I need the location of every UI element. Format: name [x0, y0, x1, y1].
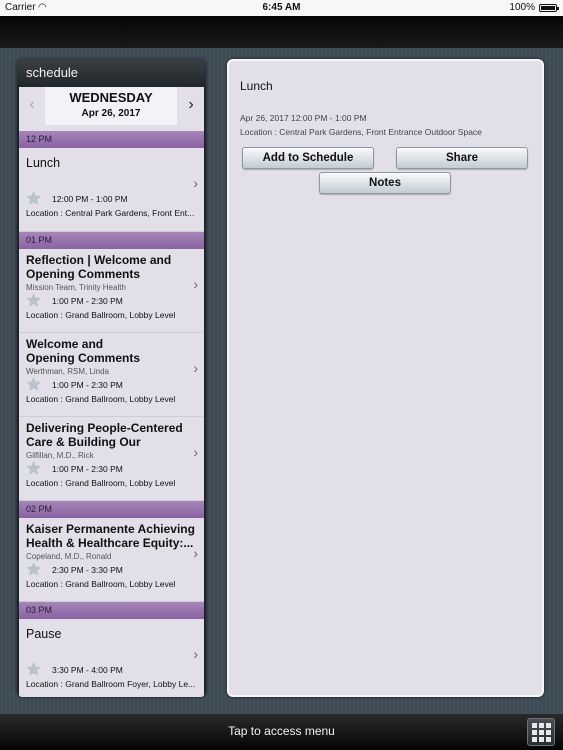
list-item[interactable]: Kaiser Permanente Achieving Health & Hea…	[19, 518, 204, 602]
item-location: Location : Central Park Gardens, Front E…	[26, 208, 195, 218]
item-title: Reflection | Welcome and Opening Comment…	[26, 253, 172, 281]
section-header: 01 PM	[19, 232, 204, 249]
detail-panel: Lunch Apr 26, 2017 12:00 PM - 1:00 PM Lo…	[227, 59, 544, 697]
list-item[interactable]: Lunch › ★ 12:00 PM - 1:00 PM Location : …	[19, 148, 204, 232]
bottom-bar[interactable]: Tap to access menu	[0, 714, 563, 750]
item-location: Location : Grand Ballroom Foyer, Lobby L…	[26, 679, 196, 689]
star-icon[interactable]: ★	[26, 190, 41, 207]
chevron-left-icon[interactable]: ‹	[22, 96, 42, 114]
detail-location: Location : Central Park Gardens, Front E…	[240, 127, 482, 137]
item-location: Location : Grand Ballroom, Lobby Level	[26, 579, 176, 589]
item-location: Location : Grand Ballroom, Lobby Level	[26, 478, 176, 488]
schedule-list: 12 PM Lunch › ★ 12:00 PM - 1:00 PM Locat…	[19, 125, 204, 697]
item-title: Welcome and Opening Comments	[26, 337, 141, 365]
chevron-right-icon: ›	[193, 175, 198, 191]
item-time: 1:00 PM - 2:30 PM	[52, 380, 123, 390]
item-title: Lunch	[26, 156, 61, 170]
star-icon[interactable]: ★	[26, 292, 41, 309]
status-bar: Carrier ◠ 6:45 AM 100%	[0, 0, 563, 16]
list-item[interactable]: Reflection | Welcome and Opening Comment…	[19, 249, 204, 333]
star-icon[interactable]: ★	[26, 460, 41, 477]
panel-title: schedule	[17, 59, 206, 87]
menu-hint[interactable]: Tap to access menu	[0, 724, 563, 738]
top-band	[0, 16, 563, 48]
item-location: Location : Grand Ballroom, Lobby Level	[26, 394, 176, 404]
item-time: 12:00 PM - 1:00 PM	[52, 194, 128, 204]
share-button[interactable]: Share	[396, 147, 528, 169]
star-icon[interactable]: ★	[26, 661, 41, 678]
chevron-right-icon: ›	[193, 276, 198, 292]
day-label: WEDNESDAY	[69, 90, 153, 105]
chevron-right-icon: ›	[193, 444, 198, 460]
date-navigator: ‹ WEDNESDAY Apr 26, 2017 ›	[19, 87, 204, 125]
date-display: WEDNESDAY Apr 26, 2017	[45, 87, 177, 125]
list-item[interactable]: Delivering People-Centered Care & Buildi…	[19, 417, 204, 501]
grid-menu-icon[interactable]	[527, 718, 555, 746]
chevron-right-icon[interactable]: ›	[181, 96, 201, 114]
item-title: Delivering People-Centered Care & Buildi…	[26, 421, 183, 451]
section-header: 12 PM	[19, 131, 204, 148]
item-location: Location : Grand Ballroom, Lobby Level	[26, 310, 176, 320]
battery-percent: 100%	[509, 2, 535, 13]
chevron-right-icon: ›	[193, 545, 198, 561]
list-item[interactable]: Pause › ★ 3:30 PM - 4:00 PM Location : G…	[19, 619, 204, 697]
section-header: 03 PM	[19, 602, 204, 619]
item-time: 1:00 PM - 2:30 PM	[52, 464, 123, 474]
clock: 6:45 AM	[262, 2, 301, 13]
add-to-schedule-button[interactable]: Add to Schedule	[242, 147, 374, 169]
notes-button[interactable]: Notes	[319, 172, 451, 194]
detail-datetime: Apr 26, 2017 12:00 PM - 1:00 PM	[240, 113, 367, 123]
item-title: Kaiser Permanente Achieving Health & Hea…	[26, 522, 195, 550]
section-header: 02 PM	[19, 501, 204, 518]
chevron-right-icon: ›	[193, 646, 198, 662]
item-title: Pause	[26, 627, 62, 641]
item-time: 1:00 PM - 2:30 PM	[52, 296, 123, 306]
star-icon[interactable]: ★	[26, 561, 41, 578]
item-time: 2:30 PM - 3:30 PM	[52, 565, 123, 575]
chevron-right-icon: ›	[193, 360, 198, 376]
battery-icon	[539, 4, 559, 12]
star-icon[interactable]: ★	[26, 376, 41, 393]
schedule-panel: schedule ‹ WEDNESDAY Apr 26, 2017 › 12 P…	[17, 59, 206, 697]
list-item[interactable]: Welcome and Opening Comments Werthman, R…	[19, 333, 204, 417]
date-label: Apr 26, 2017	[81, 108, 141, 119]
item-time: 3:30 PM - 4:00 PM	[52, 665, 123, 675]
detail-title: Lunch	[240, 79, 273, 93]
